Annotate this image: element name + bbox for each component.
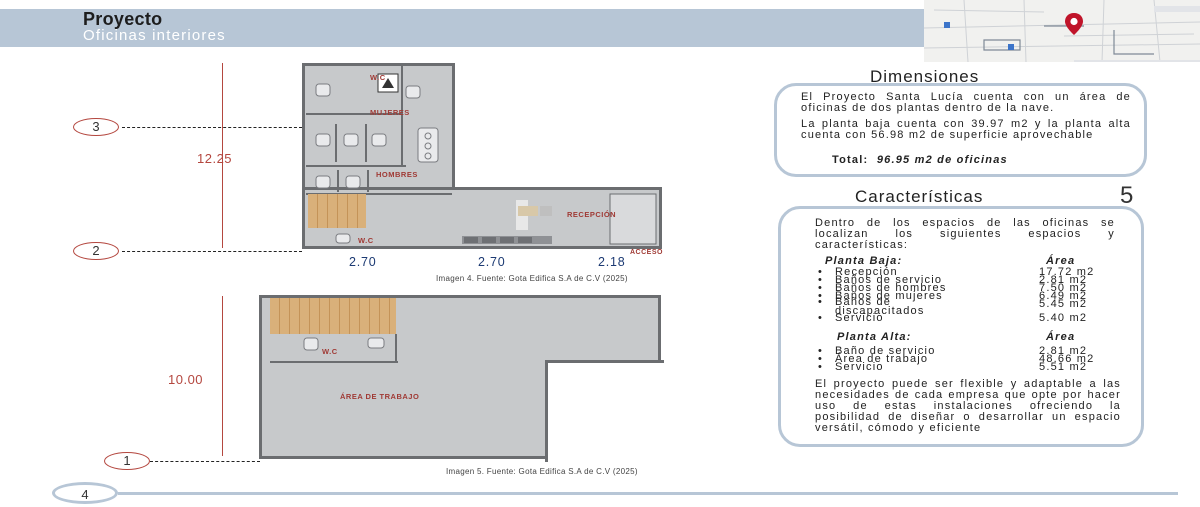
grid-axis-1-label: 1 — [104, 452, 150, 470]
dimension-width-3: 2.18 — [598, 255, 626, 269]
grid-axis-2-line — [122, 251, 302, 252]
room-label-acceso: ACCESO — [630, 249, 663, 256]
pa-item-name: Servicio — [818, 361, 884, 373]
dimensiones-total: Total: 96.95 m2 de oficinas — [832, 155, 1008, 166]
pa-item-area: 5.51 m2 — [1039, 361, 1088, 373]
caracteristicas-intro: Dentro de los espacios de las oficinas s… — [815, 217, 1115, 251]
total-label: Total: — [832, 154, 869, 166]
grid-axis-2-label: 2 — [73, 242, 119, 260]
dimension-lower-height: 10.00 — [168, 372, 204, 387]
page-number: 4 — [52, 482, 118, 504]
planta-alta-label: Planta Alta: — [837, 331, 912, 343]
caracteristicas-heading: Características — [855, 187, 984, 206]
dimensiones-paragraph-2: La planta baja cuenta con 39.97 m2 y la … — [801, 118, 1131, 141]
dimension-upper-height: 12.25 — [197, 151, 233, 166]
reception-furniture — [462, 193, 657, 245]
room-label-mujeres: MUJERES — [370, 108, 410, 117]
room-label-hombres: HOMBRES — [376, 170, 418, 179]
footer-rule — [118, 492, 1178, 495]
room-label-recepcion: RECEPCIÓN — [567, 210, 617, 219]
pb-item-name: Servicio — [818, 312, 884, 324]
grid-axis-3-label: 3 — [73, 118, 119, 136]
dimension-width-1: 2.70 — [349, 255, 377, 269]
image-caption-5: Imagen 5. Fuente: Gota Edifica S.A de C.… — [446, 467, 638, 476]
page-subtitle: Oficinas interiores — [83, 27, 226, 44]
planta-alta-area-label: Área — [1046, 331, 1076, 343]
location-map[interactable] — [924, 0, 1200, 62]
image-caption-4: Imagen 4. Fuente: Gota Edifica S.A de C.… — [436, 274, 628, 283]
room-label-wc-bottom: W.C — [358, 236, 374, 245]
caracteristicas-panel: Dentro de los espacios de las oficinas s… — [778, 206, 1144, 447]
dimensiones-panel: El Proyecto Santa Lucía cuenta con un ár… — [774, 83, 1147, 177]
pb-item-area: 5.45 m2 — [1039, 298, 1088, 310]
dimension-width-2: 2.70 — [478, 255, 506, 269]
stairs-upper-plan — [308, 194, 366, 228]
pb-item-area: 5.40 m2 — [1039, 312, 1088, 324]
room-label-area-trabajo: ÁREA DE TRABAJO — [340, 392, 420, 401]
caracteristicas-closing: El proyecto puede ser flexible y adaptab… — [815, 378, 1121, 434]
dimension-line-lower — [222, 296, 223, 456]
grid-axis-3-line — [122, 127, 302, 128]
stairs-lower-plan — [270, 298, 396, 334]
map-pin-icon — [1065, 13, 1083, 35]
room-label-wc-lower: W.C — [322, 347, 338, 356]
grid-axis-1-line — [150, 461, 260, 462]
room-label-wc-top: W.C — [370, 73, 386, 82]
dimensiones-paragraph-1: El Proyecto Santa Lucía cuenta con un ár… — [801, 91, 1131, 114]
total-value: 96.95 m2 de oficinas — [876, 154, 1008, 166]
